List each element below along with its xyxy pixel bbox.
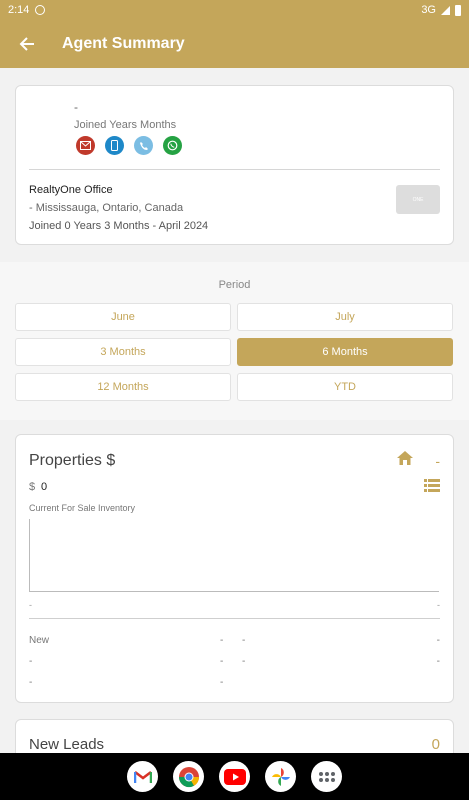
- stat-value: -: [29, 656, 33, 667]
- stat-value: -: [242, 656, 246, 667]
- status-time: 2:14: [8, 4, 30, 16]
- agent-joined: Joined Years Months: [74, 119, 177, 131]
- stat-value: -: [436, 656, 440, 667]
- inventory-chart: [29, 519, 439, 592]
- signal-icon: [441, 5, 450, 15]
- gmail-app-icon[interactable]: [127, 761, 158, 792]
- navigation-bar: [0, 753, 469, 800]
- back-button[interactable]: [0, 20, 54, 68]
- period-button-6-months[interactable]: 6 Months: [237, 338, 453, 366]
- properties-currency: $: [29, 481, 36, 493]
- period-button-ytd[interactable]: YTD: [237, 373, 453, 401]
- new-leads-count: 0: [431, 736, 440, 753]
- status-bar: 2:14 3G: [0, 0, 469, 20]
- home-icon[interactable]: [397, 451, 413, 465]
- divider: [29, 169, 440, 170]
- period-button-3-months[interactable]: 3 Months: [15, 338, 231, 366]
- whatsapp-icon[interactable]: [163, 136, 182, 155]
- period-button-july[interactable]: July: [237, 303, 453, 331]
- office-joined: Joined 0 Years 3 Months - April 2024: [29, 220, 209, 232]
- properties-card: Properties $ - $ 0 Current For Sale Inve…: [15, 434, 454, 703]
- properties-value: 0: [41, 481, 48, 493]
- stat-value: -: [220, 677, 224, 688]
- status-right: 3G: [421, 4, 461, 16]
- new-leads-card[interactable]: New Leads 0: [15, 719, 454, 753]
- office-address: - Mississauga, Ontario, Canada: [29, 202, 184, 214]
- chart-axis-right: -: [437, 600, 440, 610]
- list-icon[interactable]: [424, 479, 440, 492]
- page-title: Agent Summary: [62, 35, 185, 52]
- stat-value: -: [436, 635, 440, 646]
- back-arrow-icon: [19, 37, 34, 51]
- stat-value: -: [220, 635, 224, 646]
- stat-new-label: New: [29, 635, 50, 646]
- app-drawer-icon[interactable]: [311, 761, 342, 792]
- scroll-content[interactable]: - Joined Years Months RealtyOne Office -…: [0, 68, 469, 753]
- app-bar: Agent Summary: [0, 20, 469, 68]
- office-logo-text: ONE: [412, 196, 424, 203]
- status-indicator-icon: [35, 5, 46, 15]
- mobile-icon[interactable]: [105, 136, 124, 155]
- youtube-app-icon[interactable]: [219, 761, 250, 792]
- properties-title: Properties $: [29, 452, 116, 469]
- divider: [29, 618, 440, 619]
- chart-axis-left: -: [29, 600, 32, 610]
- network-label: 3G: [421, 4, 436, 16]
- period-button-june[interactable]: June: [15, 303, 231, 331]
- chrome-app-icon[interactable]: [173, 761, 204, 792]
- inventory-label: Current For Sale Inventory: [29, 503, 136, 513]
- photos-app-icon[interactable]: [265, 761, 296, 792]
- new-leads-title: New Leads: [29, 736, 105, 753]
- period-button-12-months[interactable]: 12 Months: [15, 373, 231, 401]
- office-logo: ONE: [396, 185, 440, 214]
- stat-value: -: [29, 677, 33, 688]
- mail-icon[interactable]: [76, 136, 95, 155]
- stat-value: -: [220, 656, 224, 667]
- period-section: Period June July 3 Months 6 Months 12 Mo…: [0, 262, 469, 420]
- properties-header-value: -: [435, 453, 440, 469]
- battery-icon: [455, 4, 461, 16]
- stat-value: -: [242, 635, 246, 646]
- contact-icons: [76, 136, 182, 155]
- period-label: Period: [218, 279, 251, 291]
- phone-icon[interactable]: [134, 136, 153, 155]
- agent-name: -: [74, 100, 78, 114]
- agent-card: - Joined Years Months RealtyOne Office -…: [15, 85, 454, 245]
- office-name: RealtyOne Office: [29, 184, 113, 196]
